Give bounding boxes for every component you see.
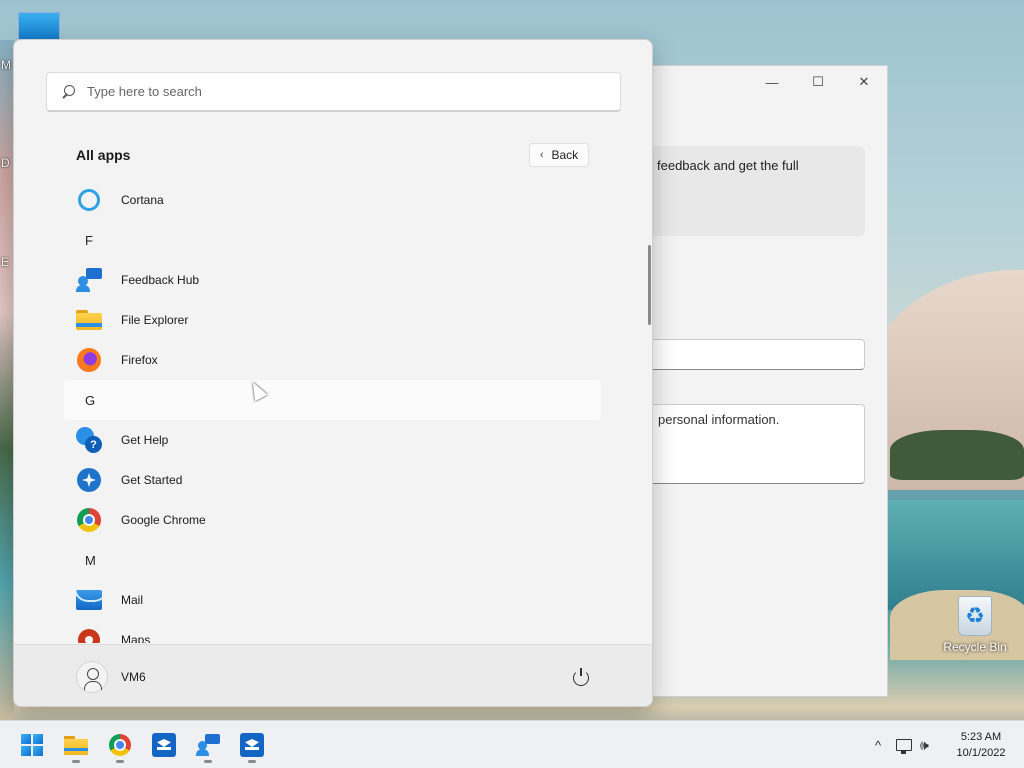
search-box[interactable] xyxy=(46,72,621,112)
system-clock[interactable]: 5:23 AM 10/1/2022 xyxy=(946,729,1016,761)
info-card-text: feedback and get the full xyxy=(657,158,799,173)
power-icon[interactable] xyxy=(570,666,592,688)
app-item-mail[interactable]: Mail xyxy=(64,580,601,620)
recycle-bin-label: Recycle Bin xyxy=(943,640,1007,654)
app-item-label: File Explorer xyxy=(121,313,189,327)
all-apps-title: All apps xyxy=(76,147,131,163)
app-item-label: Maps xyxy=(121,633,151,643)
file-explorer-icon xyxy=(76,307,102,333)
desktop-icon-label-3[interactable]: E xyxy=(1,255,9,269)
letter-header-m[interactable]: M xyxy=(64,540,601,580)
list-scrollbar[interactable] xyxy=(648,245,651,325)
taskbar-box-app-2[interactable] xyxy=(233,727,271,763)
clock-date: 10/1/2022 xyxy=(956,747,1006,759)
letter-header-f[interactable]: F xyxy=(64,220,601,260)
letter-header-label: G xyxy=(85,392,96,408)
start-menu: All apps ‹ Back Cortana F Feedback Hub F… xyxy=(13,39,653,707)
app-item-label: Cortana xyxy=(121,193,164,207)
get-help-icon: ? xyxy=(76,427,102,453)
windows-logo-icon xyxy=(21,734,43,756)
app-item-get-help[interactable]: ? Get Help xyxy=(64,420,601,460)
user-name[interactable]: VM6 xyxy=(121,670,146,684)
letter-header-label: M xyxy=(85,552,96,568)
close-button[interactable]: ✕ xyxy=(841,72,887,92)
details-placeholder: personal information. xyxy=(658,412,780,427)
feedback-hub-window: — ☐ ✕ feedback and get the full personal… xyxy=(640,65,888,697)
info-card: feedback and get the full xyxy=(641,146,865,236)
taskbar-feedback-hub[interactable] xyxy=(189,727,227,763)
app-item-label: Feedback Hub xyxy=(121,273,200,287)
desktop-icon-top[interactable] xyxy=(18,12,60,42)
app-item-firefox[interactable]: Firefox xyxy=(64,340,601,380)
feedback-hub-icon xyxy=(76,267,102,293)
summary-input[interactable] xyxy=(641,339,865,370)
taskbar-file-explorer[interactable] xyxy=(57,727,95,763)
search-input[interactable] xyxy=(87,84,567,99)
cortana-icon xyxy=(76,187,102,213)
app-item-maps[interactable]: Maps xyxy=(64,620,601,643)
back-button[interactable]: ‹ Back xyxy=(529,143,589,167)
app-item-label: Firefox xyxy=(121,353,158,367)
app-item-cortana[interactable]: Cortana xyxy=(64,180,601,220)
chrome-icon xyxy=(109,734,131,756)
maximize-button[interactable]: ☐ xyxy=(795,72,841,92)
app-item-file-explorer[interactable]: File Explorer xyxy=(64,300,601,340)
recycle-bin-icon: ♻ xyxy=(958,596,992,636)
get-started-icon xyxy=(76,467,102,493)
folder-icon xyxy=(64,735,88,755)
chrome-icon xyxy=(76,507,102,533)
window-controls: — ☐ ✕ xyxy=(749,72,887,92)
box-app-icon xyxy=(152,733,176,757)
maps-icon xyxy=(76,627,102,643)
user-avatar-icon[interactable] xyxy=(76,661,108,693)
letter-header-g[interactable]: G xyxy=(64,380,601,420)
volume-icon[interactable]: 🕪 xyxy=(920,721,940,768)
desktop-icon-label-2[interactable]: D xyxy=(1,156,10,170)
wallpaper-left-strip xyxy=(0,40,14,720)
start-menu-footer: VM6 xyxy=(14,644,652,706)
chevron-left-icon: ‹ xyxy=(539,149,544,161)
minimize-button[interactable]: — xyxy=(749,72,795,92)
recycle-bin[interactable]: ♻ Recycle Bin xyxy=(942,596,1008,654)
taskbar-chrome[interactable] xyxy=(101,727,139,763)
app-item-label: Google Chrome xyxy=(121,513,206,527)
app-item-feedback-hub[interactable]: Feedback Hub xyxy=(64,260,601,300)
app-item-google-chrome[interactable]: Google Chrome xyxy=(64,500,601,540)
app-item-label: Get Help xyxy=(121,433,169,447)
mail-icon xyxy=(76,587,102,613)
wallpaper-trees xyxy=(890,430,1024,480)
taskbar: ^ 🕪 5:23 AM 10/1/2022 xyxy=(0,720,1024,768)
app-item-label: Mail xyxy=(121,593,144,607)
details-textarea[interactable]: personal information. xyxy=(641,404,865,484)
all-apps-list: Cortana F Feedback Hub File Explorer Fir… xyxy=(64,180,601,643)
app-item-get-started[interactable]: Get Started xyxy=(64,460,601,500)
network-icon[interactable] xyxy=(896,721,916,768)
desktop-icon-label-1[interactable]: M xyxy=(1,58,11,72)
show-hidden-icons-chevron-icon[interactable]: ^ xyxy=(868,721,888,768)
firefox-icon xyxy=(76,347,102,373)
letter-header-label: F xyxy=(85,232,93,248)
box-app-icon xyxy=(240,733,264,757)
feedback-hub-icon xyxy=(196,734,220,756)
app-item-label: Get Started xyxy=(121,473,183,487)
search-icon xyxy=(61,84,75,99)
back-button-label: Back xyxy=(551,148,579,162)
taskbar-box-app-1[interactable] xyxy=(145,727,183,763)
clock-time: 5:23 AM xyxy=(960,731,1002,743)
start-button[interactable] xyxy=(13,727,51,763)
